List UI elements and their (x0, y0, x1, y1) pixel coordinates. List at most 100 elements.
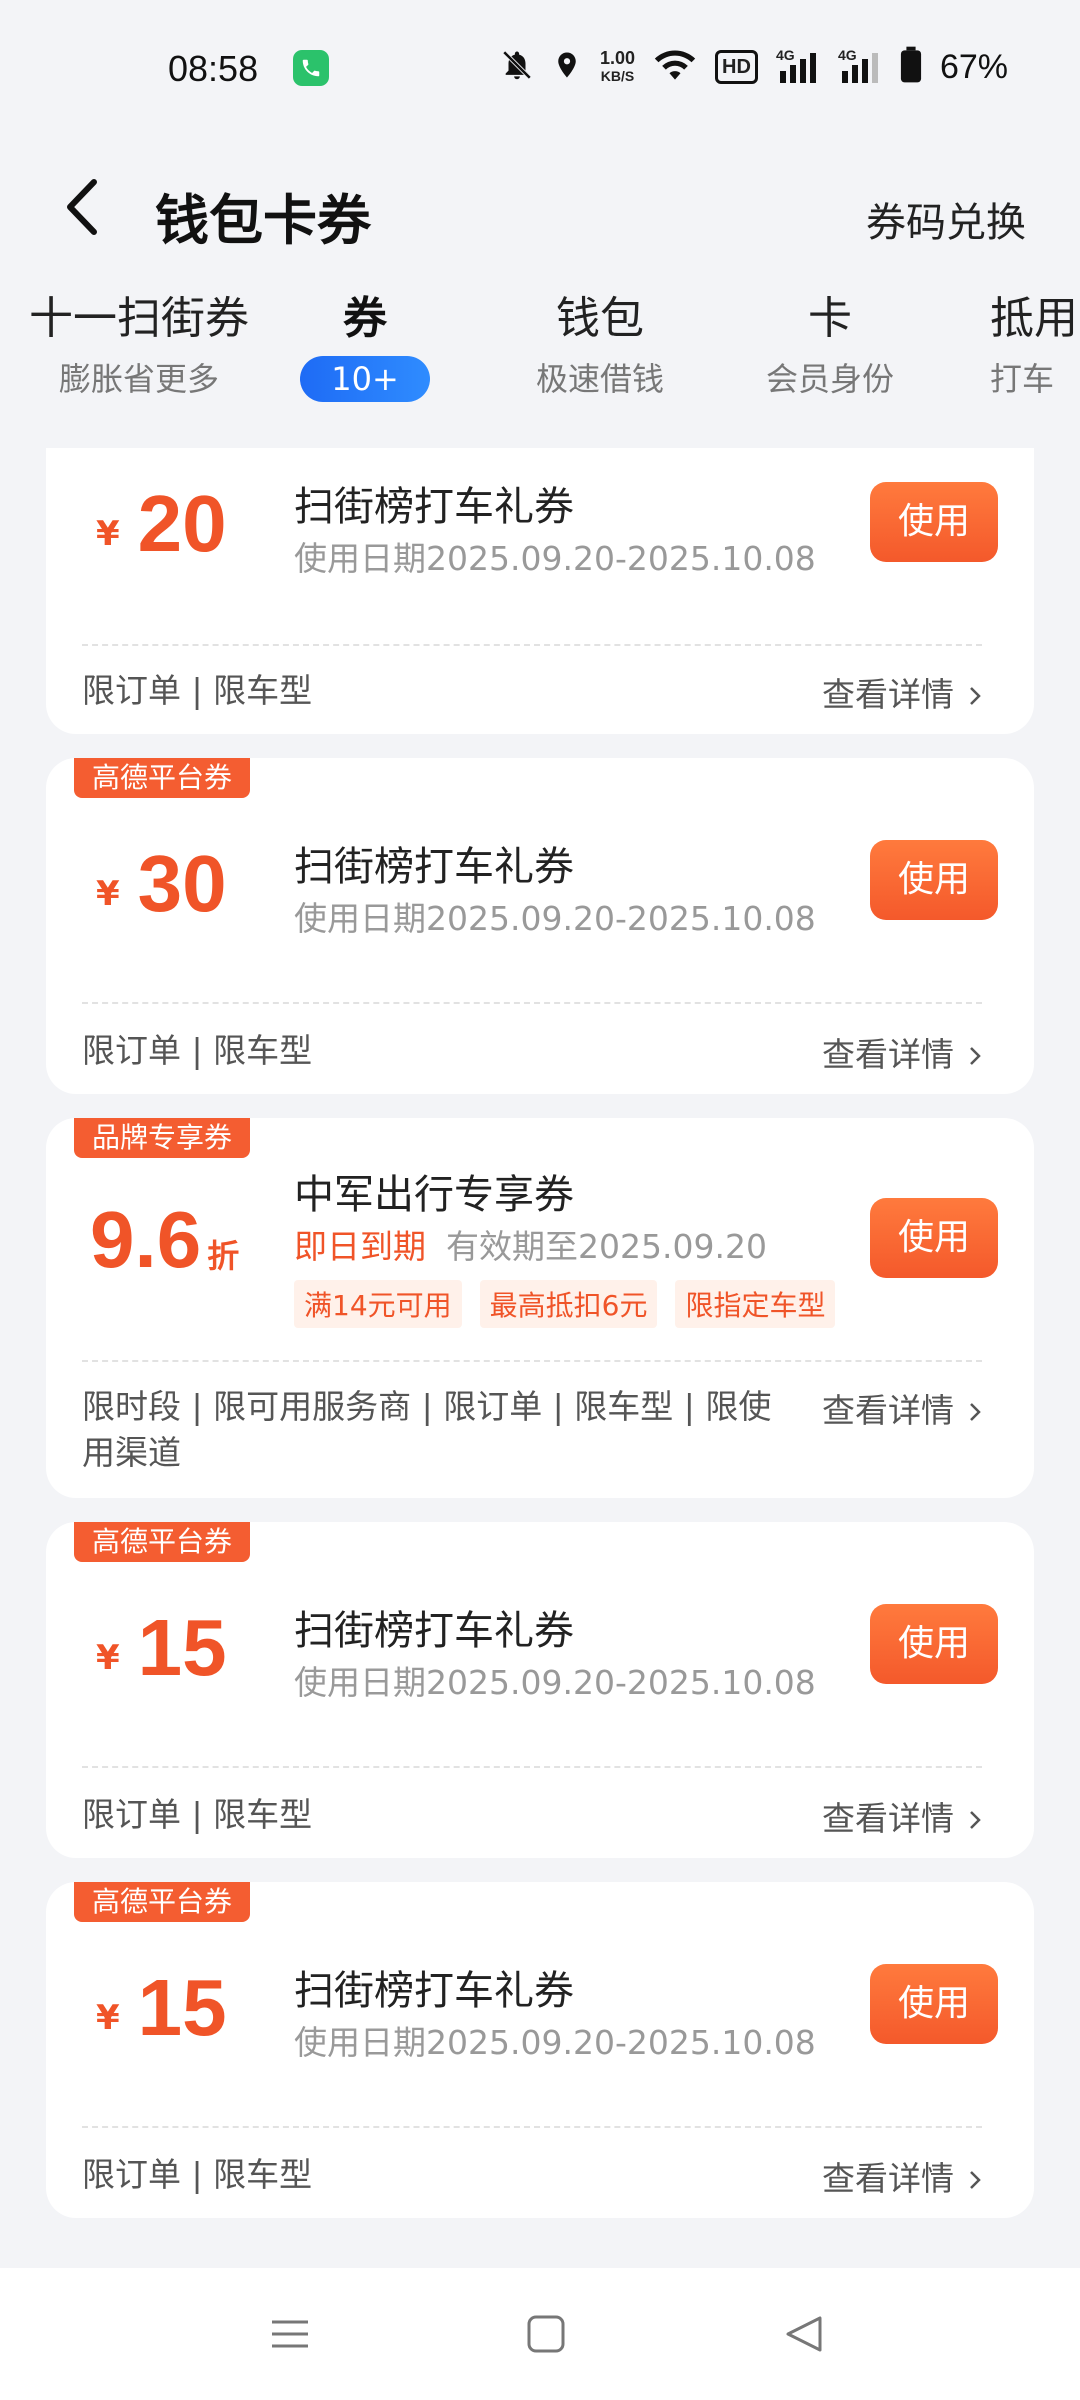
view-details-link[interactable]: 查看详情 (822, 2152, 982, 2200)
amount-value: 15 (137, 1963, 227, 2052)
tab-cards[interactable]: 卡 会员身份 (750, 282, 910, 400)
signal-icon: 4G (775, 47, 820, 85)
coupon-limits: 限订单 | 限车型 (82, 1795, 313, 1834)
signal-2-label: 4G (837, 47, 857, 63)
coupon-name: 扫街榜打车礼券 (294, 1968, 574, 2014)
dashed-divider (82, 644, 982, 646)
coupon-date: 有效期至2025.09.20 (446, 1227, 767, 1266)
tab-subtitle: 会员身份 (765, 360, 894, 398)
tab-wallet[interactable]: 钱包 极速借钱 (520, 282, 680, 400)
coupon-list: ¥20 扫街榜打车礼券 使用日期2025.09.20-2025.10.08 使用… (46, 448, 1034, 2242)
view-details-link[interactable]: 查看详情 (822, 1028, 982, 1076)
status-icons: 1.00 KB/S HD 4G 4G 67% (500, 44, 1008, 90)
view-details-link[interactable]: 查看详情 (822, 668, 982, 716)
coupon-limits: 限时段 | 限可用服务商 | 限订单 | 限车型 | 限使用渠道 (82, 1387, 772, 1472)
amount-value: 20 (137, 479, 227, 568)
tab-vouchers[interactable]: 抵用 打车 (990, 282, 1080, 400)
coupon-limits: 限订单 | 限车型 (82, 1031, 313, 1070)
tab-bar: 十一扫街券 膨胀省更多 券 10+ 钱包 极速借钱 卡 会员身份 抵用 打车 (0, 282, 1080, 412)
expiry-warning: 即日到期 (294, 1227, 426, 1266)
net-speed-value: 1.00 (600, 48, 636, 68)
currency-symbol: ¥ (96, 874, 120, 914)
home-icon[interactable] (526, 2314, 566, 2358)
battery-icon (900, 46, 922, 88)
use-button[interactable]: 使用 (870, 1198, 998, 1278)
coupon-limits: 限订单 | 限车型 (82, 2155, 313, 2194)
redeem-code-button[interactable]: 券码兑换 (866, 190, 1026, 248)
coupon-tag: 品牌专享券 (74, 1118, 251, 1158)
tab-subtitle: 打车 (990, 360, 1055, 398)
coupon-name: 扫街榜打车礼券 (294, 844, 574, 890)
tab-title: 券 (343, 293, 387, 344)
signal-1-label: 4G (775, 47, 795, 63)
coupon-expiry: 即日到期 有效期至2025.09.20 (294, 1220, 767, 1268)
use-button[interactable]: 使用 (870, 840, 998, 920)
menu-icon[interactable] (270, 2314, 310, 2358)
use-button[interactable]: 使用 (870, 1964, 998, 2044)
back-nav-icon[interactable] (784, 2314, 824, 2358)
dashed-divider (82, 2126, 982, 2128)
coupon-date: 使用日期2025.09.20-2025.10.08 (294, 539, 816, 578)
coupon-date: 使用日期2025.09.20-2025.10.08 (294, 2023, 816, 2062)
count-badge: 10+ (300, 356, 430, 402)
chevron-right-icon (968, 1393, 982, 1432)
amount-value: 30 (137, 839, 227, 928)
use-button[interactable]: 使用 (870, 1604, 998, 1684)
coupon-name: 扫街榜打车礼券 (294, 484, 574, 530)
condition-chip: 限指定车型 (675, 1280, 836, 1328)
net-speed-unit: KB/S (600, 68, 635, 84)
tab-title: 十一扫街券 (29, 293, 249, 344)
battery-percent: 67% (939, 47, 1008, 86)
status-bar: 08:58 1.00 KB/S HD 4G 4G 67% (0, 0, 1080, 140)
tab-subtitle: 极速借钱 (535, 360, 664, 398)
tab-title: 卡 (808, 293, 852, 344)
header: 钱包卡券 券码兑换 (0, 140, 1080, 290)
coupon-card: ¥20 扫街榜打车礼券 使用日期2025.09.20-2025.10.08 使用… (46, 448, 1034, 734)
hd-icon: HD (715, 50, 758, 84)
condition-chips: 满14元可用 最高抵扣6元 限指定车型 (294, 1280, 836, 1328)
tab-subtitle: 膨胀省更多 (58, 360, 219, 398)
coupon-name: 中军出行专享券 (294, 1172, 574, 1218)
currency-symbol: ¥ (96, 1998, 120, 2038)
tab-promo-coupons[interactable]: 十一扫街券 膨胀省更多 (24, 282, 254, 400)
view-details-link[interactable]: 查看详情 (822, 1792, 982, 1840)
chevron-right-icon (968, 1801, 982, 1840)
view-details-label: 查看详情 (822, 1391, 954, 1430)
currency-symbol: ¥ (96, 1638, 120, 1678)
coupon-amount: ¥20 (96, 478, 227, 570)
view-details-link[interactable]: 查看详情 (822, 1384, 982, 1432)
chevron-right-icon (968, 677, 982, 716)
tab-coupons[interactable]: 券 10+ (290, 282, 440, 402)
chevron-right-icon (968, 2161, 982, 2200)
coupon-card: 高德平台券 ¥15 扫街榜打车礼券 使用日期2025.09.20-2025.10… (46, 1522, 1034, 1858)
coupon-card: 高德平台券 ¥30 扫街榜打车礼券 使用日期2025.09.20-2025.10… (46, 758, 1034, 1094)
page-title: 钱包卡券 (155, 189, 371, 252)
amount-value: 9.6 (90, 1195, 202, 1284)
tab-title: 抵用 (990, 293, 1078, 344)
view-details-label: 查看详情 (822, 1799, 954, 1838)
coupon-tag: 高德平台券 (74, 758, 251, 798)
coupon-name: 扫街榜打车礼券 (294, 1608, 574, 1654)
condition-chip: 满14元可用 (294, 1280, 462, 1328)
view-details-label: 查看详情 (822, 2159, 954, 2198)
dashed-divider (82, 1002, 982, 1004)
dashed-divider (82, 1766, 982, 1768)
wifi-icon (653, 48, 697, 86)
hd-label: HD (722, 56, 751, 78)
back-icon[interactable] (58, 170, 108, 240)
coupon-amount: 9.6 折 (90, 1194, 239, 1286)
system-nav-bar (0, 2268, 1080, 2400)
mute-bell-icon (500, 47, 534, 87)
amount-value: 15 (137, 1603, 227, 1692)
coupon-tag: 高德平台券 (74, 1522, 251, 1562)
view-details-label: 查看详情 (822, 675, 954, 714)
currency-symbol: ¥ (96, 514, 120, 554)
use-button[interactable]: 使用 (870, 482, 998, 562)
chevron-right-icon (968, 1037, 982, 1076)
coupon-tag: 高德平台券 (74, 1882, 251, 1922)
coupon-date: 使用日期2025.09.20-2025.10.08 (294, 899, 816, 938)
condition-chip: 最高抵扣6元 (479, 1280, 658, 1328)
net-speed: 1.00 KB/S (600, 49, 635, 85)
coupon-amount: ¥15 (96, 1962, 227, 2054)
coupon-card: 高德平台券 ¥15 扫街榜打车礼券 使用日期2025.09.20-2025.10… (46, 1882, 1034, 2218)
